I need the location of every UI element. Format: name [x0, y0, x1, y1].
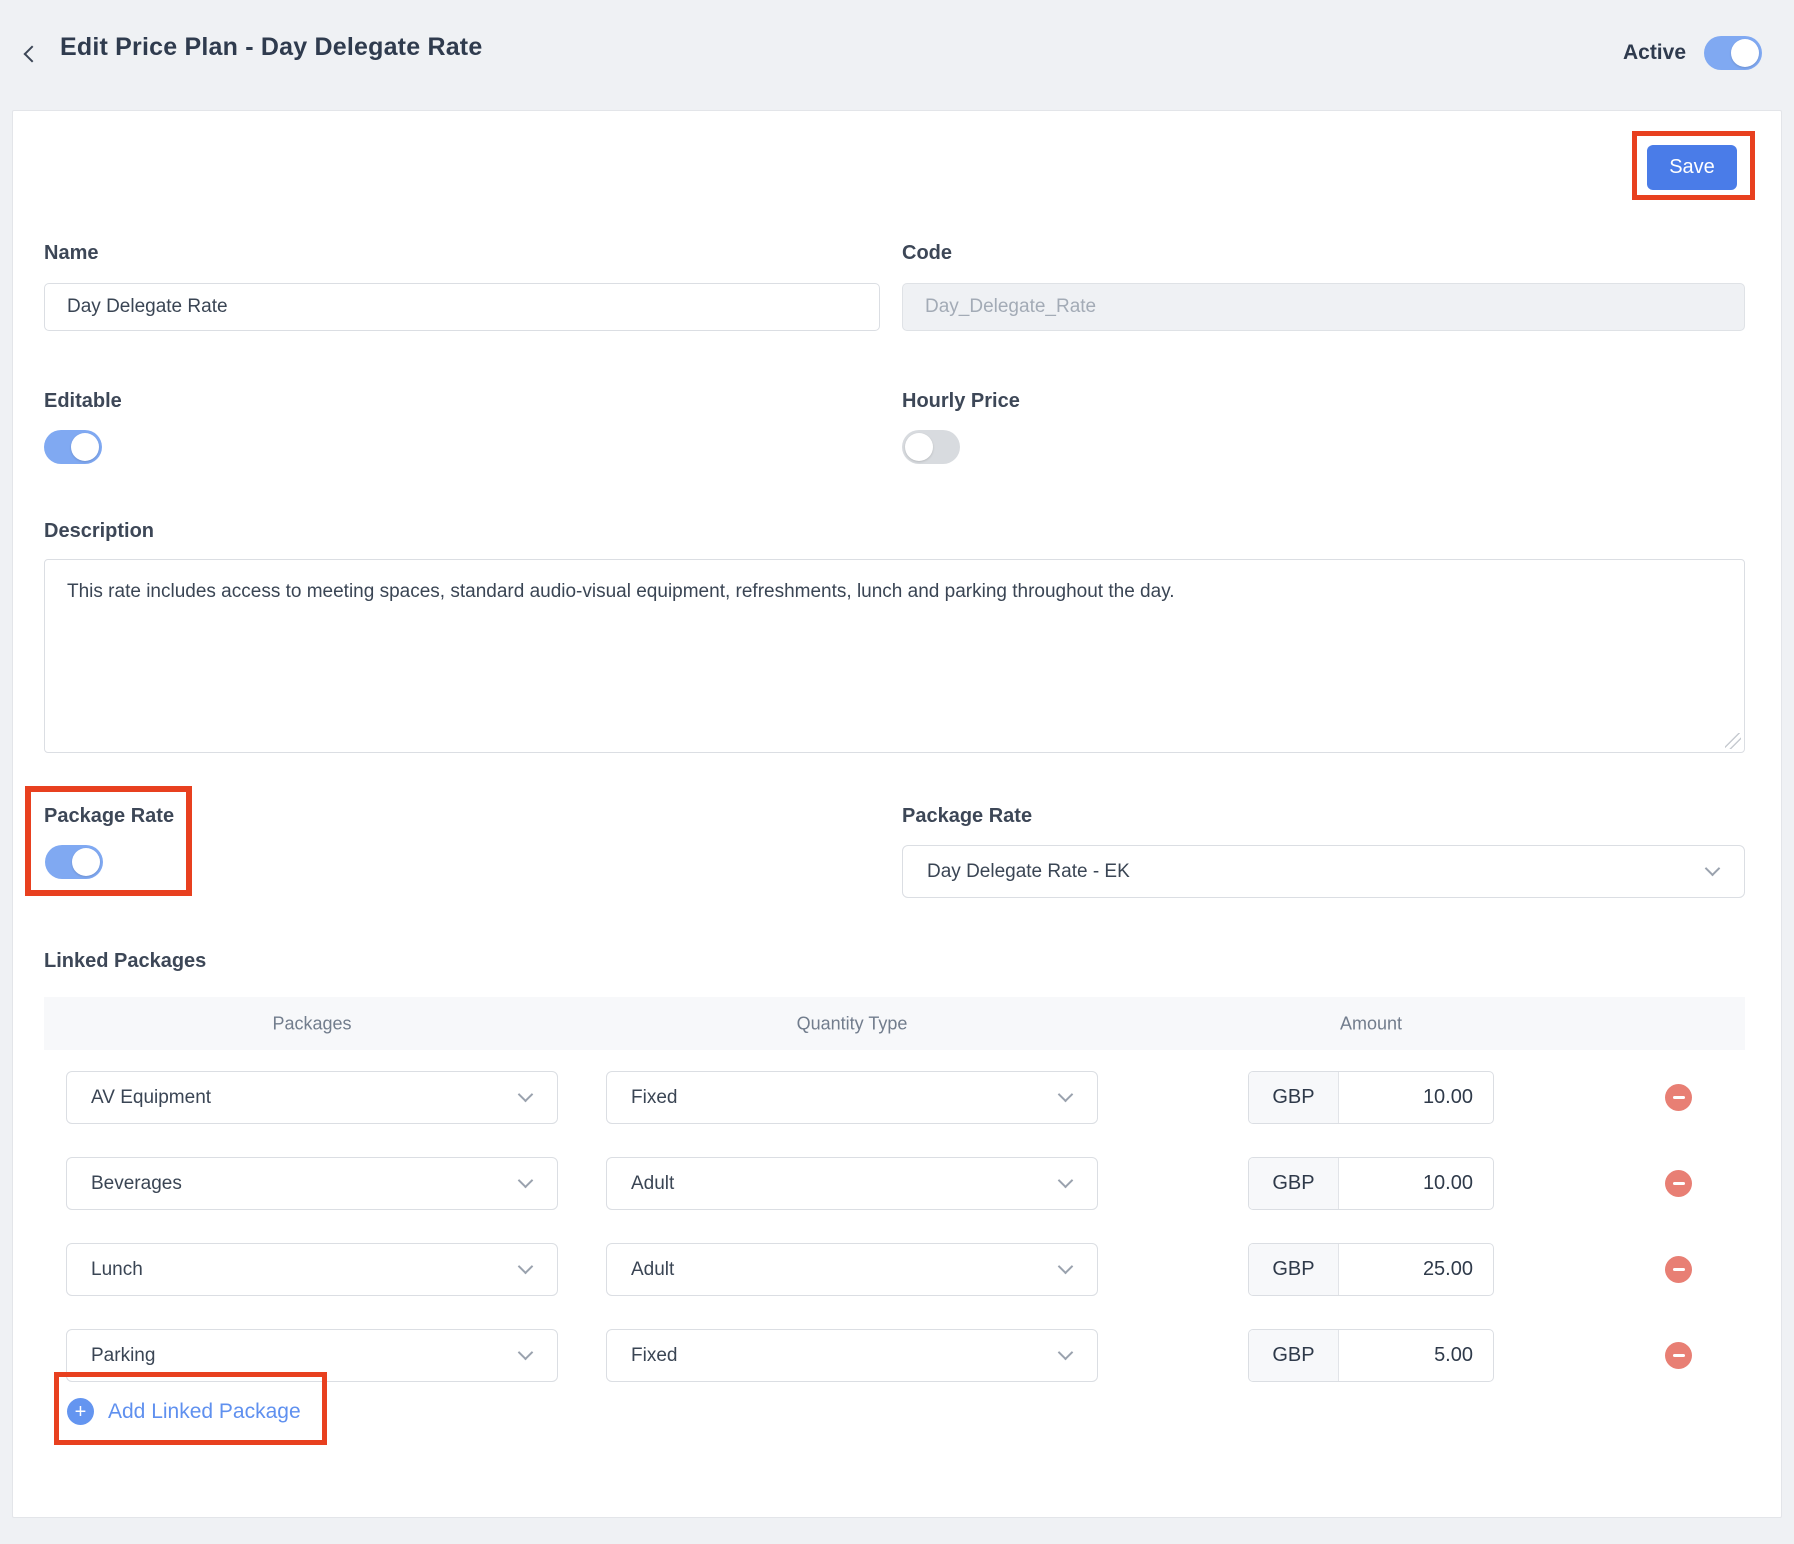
add-linked-package-button[interactable]: + Add Linked Package	[67, 1398, 301, 1425]
package-select-value: Parking	[91, 1345, 155, 1367]
package-rate-select-label: Package Rate	[902, 805, 1032, 828]
amount-input[interactable]: 10.00	[1339, 1158, 1493, 1209]
remove-row-button[interactable]	[1665, 1342, 1692, 1369]
column-header-quantity-type: Quantity Type	[797, 1013, 908, 1034]
quantity-type-select[interactable]: Fixed	[606, 1071, 1098, 1124]
amount-field: GBP 10.00	[1248, 1071, 1494, 1124]
package-rate-select-value: Day Delegate Rate - EK	[927, 861, 1130, 883]
minus-icon	[1673, 1096, 1685, 1099]
amount-input[interactable]: 10.00	[1339, 1072, 1493, 1123]
chevron-down-icon	[1058, 1086, 1074, 1102]
remove-row-button[interactable]	[1665, 1170, 1692, 1197]
linked-packages-title: Linked Packages	[44, 950, 206, 973]
quantity-type-select[interactable]: Adult	[606, 1243, 1098, 1296]
column-header-amount: Amount	[1340, 1013, 1402, 1034]
remove-row-button[interactable]	[1665, 1084, 1692, 1111]
amount-field: GBP 10.00	[1248, 1157, 1494, 1210]
currency-prefix: GBP	[1249, 1158, 1339, 1209]
package-select[interactable]: AV Equipment	[66, 1071, 558, 1124]
quantity-type-select[interactable]: Adult	[606, 1157, 1098, 1210]
add-linked-package-label: Add Linked Package	[108, 1400, 301, 1424]
currency-prefix: GBP	[1249, 1072, 1339, 1123]
chevron-down-icon	[1058, 1344, 1074, 1360]
amount-field: GBP 5.00	[1248, 1329, 1494, 1382]
minus-icon	[1673, 1354, 1685, 1357]
editable-label: Editable	[44, 390, 122, 413]
save-button[interactable]: Save	[1647, 145, 1737, 190]
active-toggle-group: Active	[1623, 36, 1762, 70]
package-select-value: Beverages	[91, 1173, 182, 1195]
package-rate-toggle[interactable]	[45, 845, 103, 879]
remove-row-button[interactable]	[1665, 1256, 1692, 1283]
package-rate-select[interactable]: Day Delegate Rate - EK	[902, 845, 1745, 898]
hourly-price-toggle[interactable]	[902, 430, 960, 464]
chevron-down-icon	[518, 1172, 534, 1188]
minus-icon	[1673, 1182, 1685, 1185]
minus-icon	[1673, 1268, 1685, 1271]
toggle-knob	[71, 433, 99, 461]
package-select[interactable]: Beverages	[66, 1157, 558, 1210]
name-label: Name	[44, 242, 98, 265]
column-header-packages: Packages	[272, 1013, 351, 1034]
description-label: Description	[44, 520, 154, 543]
chevron-down-icon	[518, 1258, 534, 1274]
amount-input[interactable]: 5.00	[1339, 1330, 1493, 1381]
code-input	[902, 283, 1745, 331]
chevron-down-icon	[518, 1086, 534, 1102]
code-label: Code	[902, 242, 952, 265]
amount-input[interactable]: 25.00	[1339, 1244, 1493, 1295]
chevron-down-icon	[1058, 1172, 1074, 1188]
package-select-value: AV Equipment	[91, 1087, 211, 1109]
currency-prefix: GBP	[1249, 1244, 1339, 1295]
page-title: Edit Price Plan - Day Delegate Rate	[60, 33, 482, 62]
name-input[interactable]	[44, 283, 880, 331]
linked-packages-header-row: Packages Quantity Type Amount	[44, 997, 1745, 1050]
package-rate-toggle-label: Package Rate	[44, 805, 174, 828]
edit-price-plan-page: Edit Price Plan - Day Delegate Rate Acti…	[0, 0, 1794, 1544]
hourly-price-label: Hourly Price	[902, 390, 1020, 413]
active-label: Active	[1623, 41, 1686, 65]
package-select[interactable]: Lunch	[66, 1243, 558, 1296]
amount-field: GBP 25.00	[1248, 1243, 1494, 1296]
active-toggle[interactable]	[1704, 36, 1762, 70]
toggle-knob	[1731, 39, 1759, 67]
toggle-knob	[72, 848, 100, 876]
description-textarea[interactable]: This rate includes access to meeting spa…	[44, 559, 1745, 753]
editable-toggle[interactable]	[44, 430, 102, 464]
plus-icon: +	[67, 1398, 94, 1425]
chevron-down-icon	[1058, 1258, 1074, 1274]
quantity-type-select-value: Fixed	[631, 1345, 677, 1367]
quantity-type-select-value: Adult	[631, 1173, 674, 1195]
toggle-knob	[905, 433, 933, 461]
quantity-type-select-value: Fixed	[631, 1087, 677, 1109]
quantity-type-select-value: Adult	[631, 1259, 674, 1281]
package-select-value: Lunch	[91, 1259, 143, 1281]
currency-prefix: GBP	[1249, 1330, 1339, 1381]
back-icon[interactable]	[24, 46, 41, 63]
quantity-type-select[interactable]: Fixed	[606, 1329, 1098, 1382]
chevron-down-icon	[518, 1344, 534, 1360]
package-select[interactable]: Parking	[66, 1329, 558, 1382]
chevron-down-icon	[1705, 860, 1721, 876]
